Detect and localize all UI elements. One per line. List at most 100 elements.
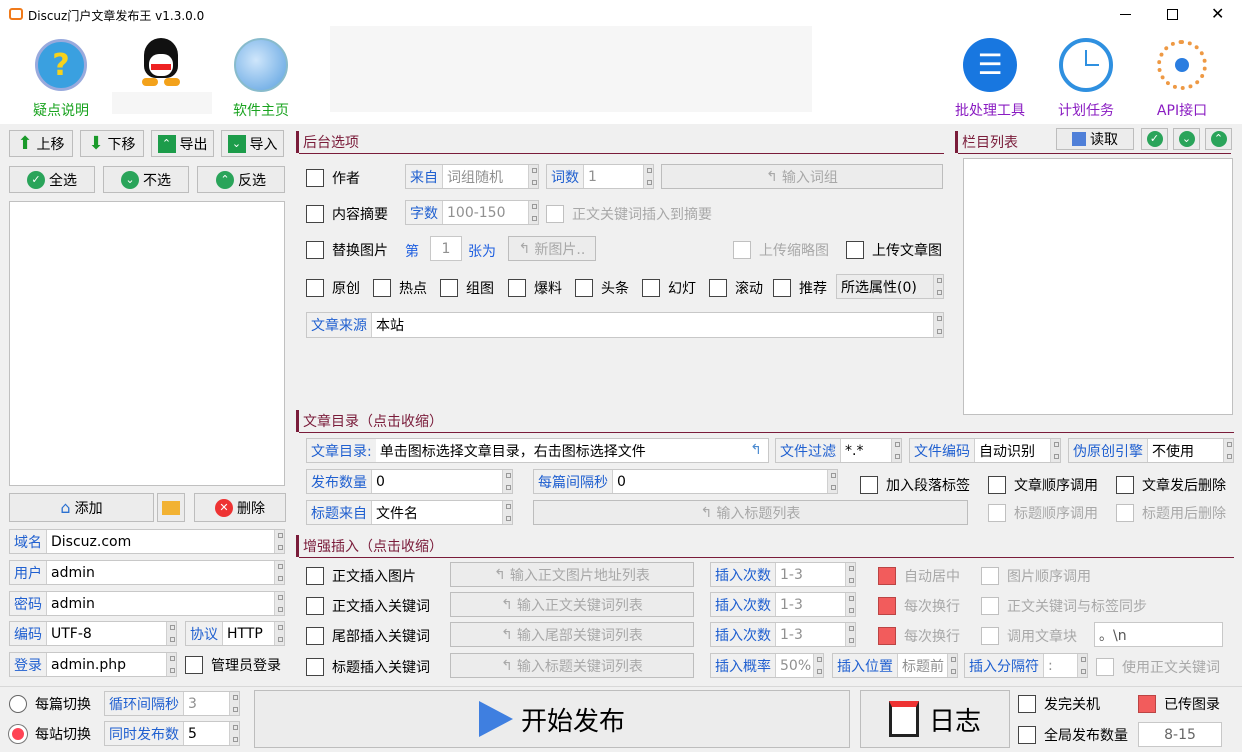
insert-times-field-2[interactable]: 插入次数 1-3 [710, 592, 856, 617]
insert-times-field-1[interactable]: 插入次数 1-3 [710, 562, 856, 587]
upload-thumb-checkbox[interactable]: 上传缩略图 [733, 240, 829, 260]
attr-scoop-checkbox[interactable]: 爆料 [508, 278, 562, 298]
user-field[interactable]: 用户 admin [9, 560, 285, 585]
select-none-button[interactable]: ⌄ 不选 [103, 166, 189, 193]
batch-tool[interactable]: ☰ 批处理工具 [947, 30, 1033, 122]
insert-probability-field[interactable]: 插入概率 50% [710, 653, 824, 678]
column-list[interactable] [963, 158, 1233, 415]
enh-section-header[interactable]: 增强插入（点击收缩） [296, 535, 1234, 558]
nth-field[interactable]: 1 [430, 236, 462, 261]
title-delete-checkbox[interactable]: 标题用后删除 [1116, 503, 1226, 523]
wrap-checkbox-1[interactable]: 每次换行 [878, 596, 960, 616]
insert-position-field[interactable]: 插入位置 标题前 [832, 653, 958, 678]
post-interval-field[interactable]: 每篇间隔秒 0 [533, 469, 838, 494]
per-site-radio[interactable]: 每站切换 [9, 724, 91, 744]
attr-headline-checkbox[interactable]: 头条 [575, 278, 629, 298]
login-field[interactable]: 登录 admin.php [9, 652, 177, 677]
input-tail-keywords-button[interactable]: ↰ 输入尾部关键词列表 [450, 622, 694, 647]
pseudo-original-field[interactable]: 伪原创引擎 不使用 [1068, 438, 1234, 463]
insert-image-checkbox[interactable]: 正文插入图片 [306, 566, 416, 586]
read-button[interactable]: 读取 [1056, 128, 1134, 150]
protocol-field[interactable]: 协议 HTTP [185, 621, 285, 646]
folder-button[interactable] [157, 493, 185, 522]
faq-tool[interactable]: ? 疑点说明 [22, 30, 100, 122]
column-check-button[interactable]: ✓ [1141, 128, 1168, 150]
admin-login-checkbox[interactable]: 管理员登录 [185, 655, 281, 675]
per-post-radio[interactable]: 每篇切换 [9, 694, 91, 714]
attr-recommend-checkbox[interactable]: 推荐 [773, 278, 827, 298]
domain-field[interactable]: 域名 Discuz.com [9, 529, 285, 554]
column-up-button[interactable]: ⌃ [1205, 128, 1232, 150]
global-count-checkbox[interactable]: 全局发布数量 [1018, 725, 1128, 745]
kw-tag-sync-checkbox[interactable]: 正文关键词与标签同步 [981, 596, 1147, 616]
add-button[interactable]: ⌂ 添加 [9, 493, 154, 522]
use-body-keywords-checkbox[interactable]: 使用正文关键词 [1096, 657, 1220, 677]
file-encoding-field[interactable]: 文件编码 自动识别 [909, 438, 1061, 463]
select-all-button[interactable]: ✓ 全选 [9, 166, 95, 193]
delete-after-checkbox[interactable]: 文章发后删除 [1116, 475, 1226, 495]
author-checkbox[interactable]: 作者 [306, 168, 360, 188]
title-source-field[interactable]: 标题来自 文件名 [306, 500, 513, 525]
title-seq-checkbox[interactable]: 标题顺序调用 [988, 503, 1098, 523]
upload-image-checkbox[interactable]: 上传文章图 [846, 240, 942, 260]
qq-icon[interactable] [138, 38, 184, 90]
concurrent-field[interactable]: 同时发布数 5 [104, 721, 240, 746]
move-down-button[interactable]: ⬇ 下移 [80, 130, 144, 157]
attr-gallery-checkbox[interactable]: 组图 [440, 278, 494, 298]
replace-image-checkbox[interactable]: 替换图片 [306, 240, 388, 260]
shutdown-checkbox[interactable]: 发完关机 [1018, 694, 1100, 714]
source-field[interactable]: 文章来源 本站 [306, 312, 944, 338]
dir-field[interactable]: 文章目录: 单击图标选择文章目录，右击图标选择文件 ↰ [306, 438, 769, 463]
new-image-button[interactable]: ↰ 新图片.. [508, 236, 596, 261]
invert-button[interactable]: ⌃ 反选 [197, 166, 285, 193]
column-down-button[interactable]: ⌄ [1173, 128, 1200, 150]
input-title-keywords-button[interactable]: ↰ 输入标题关键词列表 [450, 653, 694, 678]
import-button[interactable]: ⌄ 导入 [221, 130, 284, 157]
auto-center-checkbox[interactable]: 自动居中 [878, 566, 960, 586]
input-image-urls-button[interactable]: ↰ 输入正文图片地址列表 [450, 562, 694, 587]
export-button[interactable]: ⌃ 导出 [151, 130, 214, 157]
homepage-tool[interactable]: 软件主页 [222, 30, 300, 122]
attr-original-checkbox[interactable]: 原创 [306, 278, 360, 298]
plan-tool[interactable]: 计划任务 [1048, 30, 1124, 122]
insert-keyword-checkbox[interactable]: 正文插入关键词 [306, 596, 430, 616]
word-count-field[interactable]: 词数 1 [546, 164, 654, 189]
kw-summary-checkbox[interactable]: 正文关键词插入到摘要 [546, 204, 712, 224]
paragraph-tag-checkbox[interactable]: 加入段落标签 [860, 475, 970, 495]
log-button[interactable]: 日志 [860, 690, 1010, 748]
start-publish-button[interactable]: 开始发布 [254, 690, 850, 748]
folder-pick-icon[interactable]: ↰ [750, 442, 762, 458]
dir-section-header[interactable]: 文章目录（点击收缩） [296, 410, 1234, 433]
close-icon[interactable]: ✕ [1211, 4, 1224, 23]
publish-count-field[interactable]: 发布数量 0 [306, 469, 513, 494]
insert-times-field-3[interactable]: 插入次数 1-3 [710, 622, 856, 647]
maximize-icon[interactable] [1167, 9, 1178, 20]
attr-scroll-checkbox[interactable]: 滚动 [709, 278, 763, 298]
move-up-button[interactable]: ⬆ 上移 [9, 130, 73, 157]
input-words-button[interactable]: ↰ 输入词组 [661, 164, 943, 189]
summary-checkbox[interactable]: 内容摘要 [306, 204, 388, 224]
loop-interval-field[interactable]: 循环间隔秒 3 [104, 691, 240, 716]
tail-keyword-checkbox[interactable]: 尾部插入关键词 [306, 626, 430, 646]
from-field[interactable]: 来自 词组随机 [405, 164, 539, 189]
attr-slide-checkbox[interactable]: 幻灯 [642, 278, 696, 298]
api-tool[interactable]: API接口 [1146, 30, 1218, 122]
backend-section-header[interactable]: 后台选项 [296, 131, 944, 154]
article-block-checkbox[interactable]: 调用文章块 [981, 626, 1077, 646]
delete-button[interactable]: ✕ 删除 [194, 493, 286, 522]
article-seq-checkbox[interactable]: 文章顺序调用 [988, 475, 1098, 495]
global-count-field[interactable]: 8-15 [1138, 722, 1222, 747]
attr-selected-button[interactable]: 所选属性(0) [836, 274, 944, 299]
input-titles-button[interactable]: ↰ 输入标题列表 [533, 500, 968, 525]
minimize-icon[interactable] [1120, 14, 1131, 15]
password-field[interactable]: 密码 admin [9, 591, 285, 616]
wrap-checkbox-2[interactable]: 每次换行 [878, 626, 960, 646]
title-keyword-checkbox[interactable]: 标题插入关键词 [306, 657, 430, 677]
encoding-field[interactable]: 编码 UTF-8 [9, 621, 177, 646]
image-seq-checkbox[interactable]: 图片顺序调用 [981, 566, 1091, 586]
uploaded-images-checkbox[interactable]: 已传图录 [1138, 694, 1220, 714]
filter-field[interactable]: 文件过滤 *.* [775, 438, 902, 463]
input-keywords-button[interactable]: ↰ 输入正文关键词列表 [450, 592, 694, 617]
attr-hot-checkbox[interactable]: 热点 [373, 278, 427, 298]
article-block-field[interactable]: 。\n [1094, 622, 1223, 647]
